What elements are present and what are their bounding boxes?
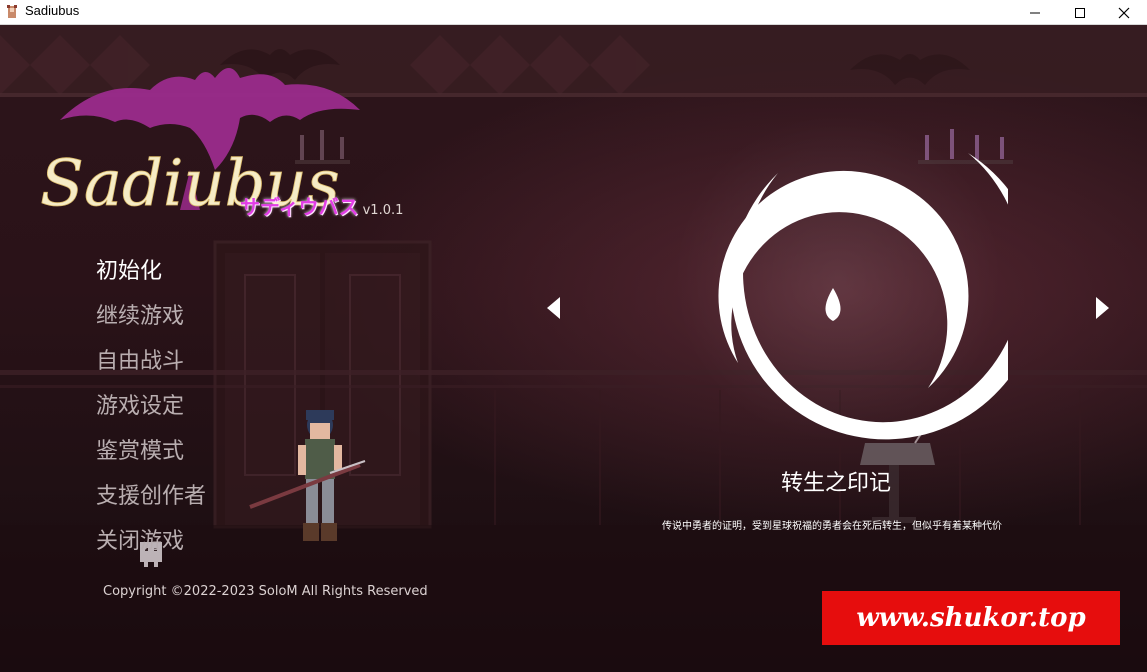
maximize-icon [1075, 7, 1085, 18]
maximize-button[interactable] [1057, 0, 1103, 25]
logo-subtitle-row: サディウバス v1.0.1 [240, 191, 403, 221]
triangle-right-icon[interactable] [1092, 295, 1112, 321]
version-label: v1.0.1 [362, 203, 404, 218]
triangle-left-icon[interactable] [544, 295, 564, 321]
menu-item-gallery[interactable]: 鉴赏模式 [96, 433, 184, 465]
title-bar: Sadiubus [0, 0, 1147, 25]
app-icon [7, 5, 17, 18]
menu-item-quit[interactable]: 关闭游戏 [96, 523, 184, 555]
close-button[interactable] [1101, 0, 1147, 25]
seal-name: 转生之印记 [780, 471, 891, 496]
copyright-text: Copyright ©2022-2023 SoloM All Rights Re… [103, 584, 428, 599]
game-window: Sadiubus Sadiubus サディウバス v1.0.1 初始化 继续游戏… [0, 0, 1147, 672]
menu-item-continue[interactable]: 继续游戏 [96, 298, 184, 330]
menu-item-free-battle[interactable]: 自由战斗 [96, 343, 184, 375]
minimize-button[interactable] [1012, 0, 1058, 25]
menu-item-support-creator[interactable]: 支援创作者 [96, 478, 206, 510]
watermark-banner: www.shukor.top [822, 591, 1120, 645]
window-title: Sadiubus [25, 3, 80, 18]
close-icon [1118, 7, 1130, 18]
spiral-seal-icon [673, 113, 1008, 443]
menu-item-new-game[interactable]: 初始化 [96, 253, 162, 285]
seal-description: 传说中勇者的证明，受到星球祝福的勇者会在死后转生，但似乎有着某种代价 [662, 521, 1002, 532]
menu-item-settings[interactable]: 游戏设定 [96, 388, 184, 420]
watermark-text: www.shukor.top [856, 603, 1086, 633]
minimize-icon [1030, 12, 1040, 13]
game-viewport: Sadiubus サディウバス v1.0.1 初始化 继续游戏 自由战斗 游戏设定… [0, 25, 1147, 672]
logo-subtitle: サディウバス [240, 195, 359, 219]
